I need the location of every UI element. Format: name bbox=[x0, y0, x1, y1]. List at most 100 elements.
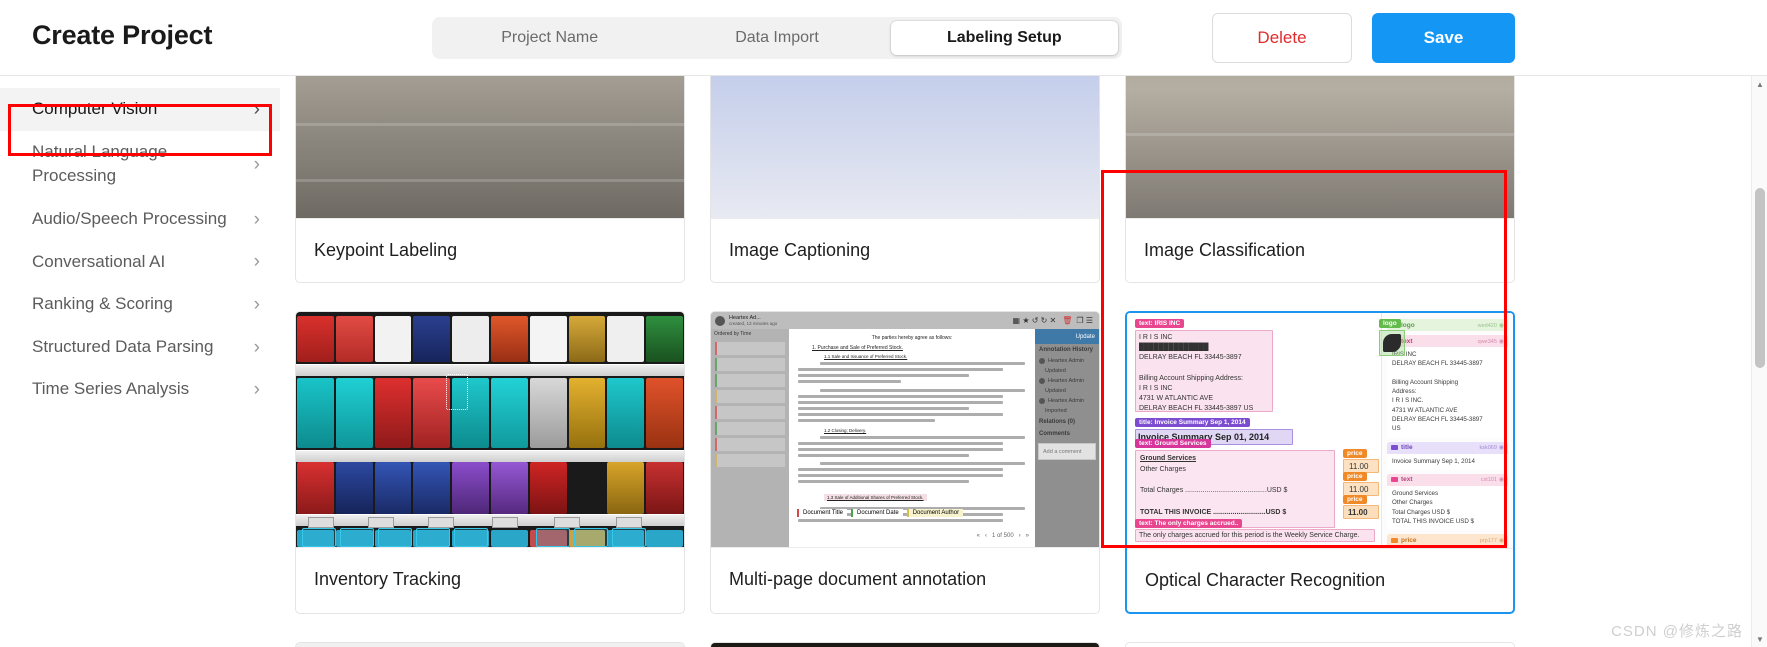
ocr-annotation-item-text-1[interactable]: text qwe345 ◉ IRIS INC DELRAY BEACH FL 3… bbox=[1387, 335, 1508, 438]
annotation-id: cst101 bbox=[1480, 477, 1497, 484]
pager-first-icon[interactable]: « bbox=[977, 533, 980, 539]
ocr-annotation-item-title[interactable]: title ksk069 ◉ Invoice Summary Sep 1, 20… bbox=[1387, 441, 1508, 470]
template-card-partial-3[interactable] bbox=[1125, 642, 1515, 647]
card-title: Image Captioning bbox=[711, 218, 1099, 282]
card-title: Inventory Tracking bbox=[296, 547, 684, 611]
save-button[interactable]: Save bbox=[1372, 13, 1515, 63]
ocr-region-tag-price[interactable]: price bbox=[1343, 495, 1367, 504]
ocr-region-tag-note[interactable]: text: The only charges accrued.. bbox=[1135, 519, 1243, 528]
ocr-region-tag-price[interactable]: price bbox=[1343, 449, 1367, 458]
card-thumbnail bbox=[711, 76, 1099, 218]
ocr-region-tag-title[interactable]: title: Invoice Summary Sep 1, 2014 bbox=[1135, 418, 1250, 427]
doc-history-action: Updated bbox=[1045, 368, 1066, 374]
annotation-id: ksk069 bbox=[1479, 445, 1497, 452]
eye-icon[interactable]: ◉ bbox=[1499, 477, 1504, 483]
ocr-region-tag-logo[interactable]: logo bbox=[1379, 319, 1401, 328]
sidebar-item-structured-data-parsing[interactable]: Structured Data Parsing › bbox=[0, 326, 280, 369]
annotation-id: prp177 bbox=[1479, 537, 1497, 544]
template-card-partial-1[interactable] bbox=[295, 642, 685, 647]
page-title: Create Project bbox=[32, 20, 213, 50]
annotation-id: wed420 bbox=[1477, 322, 1497, 329]
category-sidebar: Computer Vision › Natural Language Proce… bbox=[0, 76, 280, 647]
pager-last-icon[interactable]: » bbox=[1026, 533, 1029, 539]
annotation-id: qwe345 bbox=[1477, 338, 1497, 345]
eye-icon[interactable]: ◉ bbox=[1499, 445, 1504, 451]
chevron-right-icon: › bbox=[253, 251, 260, 273]
template-grid-scroll-area[interactable]: Keypoint Labeling Image Captioning Image… bbox=[280, 76, 1750, 647]
sidebar-item-label: Structured Data Parsing bbox=[32, 336, 214, 356]
eye-icon[interactable]: ◉ bbox=[1499, 339, 1504, 345]
tab-labeling-setup[interactable]: Labeling Setup bbox=[890, 21, 1118, 55]
doc-tag[interactable]: Document Date bbox=[851, 509, 903, 517]
annotation-body: Invoice Summary Sep 1, 2014 bbox=[1387, 453, 1508, 470]
template-card-image-captioning[interactable]: Image Captioning bbox=[710, 76, 1100, 283]
ocr-annotation-item-price[interactable]: price prp177 ◉ 11.00 bbox=[1387, 534, 1508, 548]
tab-data-import[interactable]: Data Import bbox=[663, 21, 890, 55]
ocr-price-3: 11.00 bbox=[1348, 508, 1368, 517]
pager-status: 1 of 500 bbox=[991, 533, 1014, 539]
doc-section-1-3: 1.3 Sale of Additional Shares of Preferr… bbox=[824, 494, 927, 501]
doc-update-button[interactable]: Update bbox=[1035, 329, 1099, 344]
chevron-right-icon: › bbox=[253, 336, 260, 358]
annotation-body: Ground Services Other Charges Total Char… bbox=[1387, 485, 1508, 531]
text-icon bbox=[1391, 445, 1398, 451]
sidebar-item-conversational-ai[interactable]: Conversational AI › bbox=[0, 241, 280, 284]
doc-relations-title: Relations (0) bbox=[1039, 419, 1076, 425]
body-area: Computer Vision › Natural Language Proce… bbox=[0, 76, 1767, 647]
doc-tag[interactable]: Document Author bbox=[906, 509, 964, 517]
page-scrollbar[interactable]: ▲ ▼ bbox=[1751, 76, 1767, 647]
card-title: Image Classification bbox=[1126, 218, 1514, 282]
sidebar-item-label: Natural Language Processing bbox=[32, 141, 168, 186]
scroll-up-icon[interactable]: ▲ bbox=[1752, 76, 1767, 92]
doc-history-item: Heartex Admin bbox=[1035, 396, 1099, 406]
sidebar-item-ranking-scoring[interactable]: Ranking & Scoring › bbox=[0, 283, 280, 326]
doc-history-action: Updated bbox=[1045, 388, 1066, 394]
chevron-right-icon: › bbox=[253, 379, 260, 401]
doc-comment-input[interactable]: Add a comment bbox=[1038, 443, 1096, 460]
ocr-region-tag-price[interactable]: price bbox=[1343, 472, 1367, 481]
template-card-inventory-tracking[interactable]: Inventory Tracking bbox=[295, 311, 685, 614]
doc-section-1: 1. Purchase and Sale of Preferred Stock. bbox=[812, 345, 903, 351]
pager-next-icon[interactable]: › bbox=[1019, 533, 1021, 539]
sidebar-item-label: Time Series Analysis bbox=[32, 379, 190, 399]
sidebar-item-time-series-analysis[interactable]: Time Series Analysis › bbox=[0, 368, 280, 411]
pager-prev-icon[interactable]: ‹ bbox=[985, 533, 987, 539]
chevron-right-icon: › bbox=[253, 208, 260, 230]
card-title: Keypoint Labeling bbox=[296, 218, 684, 282]
delete-button[interactable]: Delete bbox=[1212, 13, 1352, 63]
ocr-region-tag[interactable]: text: IRIS INC bbox=[1135, 319, 1185, 328]
annotation-body: IRIS INC DELRAY BEACH FL 33445-3897 Bill… bbox=[1387, 347, 1508, 438]
eye-icon[interactable]: ◉ bbox=[1499, 538, 1504, 544]
template-card-image-classification[interactable]: Image Classification bbox=[1125, 76, 1515, 283]
doc-pager[interactable]: « ‹ 1 of 500 › » bbox=[977, 533, 1029, 539]
sidebar-item-audio-speech-processing[interactable]: Audio/Speech Processing › bbox=[0, 198, 280, 241]
ocr-annotation-item-logo[interactable]: logo wed420 ◉ bbox=[1387, 319, 1508, 331]
template-card-optical-character-recognition[interactable]: text: IRIS INC I R I S INC █████████████… bbox=[1125, 311, 1515, 614]
ocr-annotation-item-text-2[interactable]: text cst101 ◉ Ground Services Other Char… bbox=[1387, 473, 1508, 531]
card-thumbnail bbox=[711, 643, 1099, 647]
card-title: Multi-page document annotation bbox=[711, 547, 1099, 611]
annotation-label: title bbox=[1401, 444, 1413, 452]
scroll-thumb[interactable] bbox=[1755, 188, 1765, 368]
card-thumbnail bbox=[296, 312, 684, 547]
card-thumbnail bbox=[296, 643, 684, 647]
doc-section-1-1: 1.1 Sale and Issuance of Preferred Stock… bbox=[824, 354, 908, 359]
app-header: Create Project Project Name Data Import … bbox=[0, 0, 1767, 76]
doc-user-sub: created, 13 minutes ago bbox=[729, 321, 778, 326]
ocr-address-block: I R I S INC ██████████████ DELRAY BEACH … bbox=[1139, 334, 1254, 412]
card-thumbnail bbox=[1126, 76, 1514, 218]
card-title: Optical Character Recognition bbox=[1127, 548, 1513, 612]
tab-project-name[interactable]: Project Name bbox=[436, 21, 663, 55]
doc-toolbar: Heartex Ad... created, 13 minutes ago ▦ … bbox=[711, 312, 1099, 329]
ocr-region-tag-ground[interactable]: text: Ground Services bbox=[1135, 439, 1211, 448]
sidebar-item-computer-vision[interactable]: Computer Vision › bbox=[0, 88, 280, 131]
eye-icon[interactable]: ◉ bbox=[1499, 323, 1504, 329]
sidebar-item-natural-language-processing[interactable]: Natural Language Processing › bbox=[0, 131, 280, 198]
scroll-down-icon[interactable]: ▼ bbox=[1752, 631, 1767, 647]
template-card-keypoint-labeling[interactable]: Keypoint Labeling bbox=[295, 76, 685, 283]
doc-history-item: Heartex Admin bbox=[1035, 356, 1099, 366]
template-card-partial-2[interactable] bbox=[710, 642, 1100, 647]
template-card-multipage-document-annotation[interactable]: Heartex Ad... created, 13 minutes ago ▦ … bbox=[710, 311, 1100, 614]
doc-tag[interactable]: Document Title bbox=[797, 509, 848, 517]
annotation-label: logo bbox=[1401, 321, 1415, 329]
